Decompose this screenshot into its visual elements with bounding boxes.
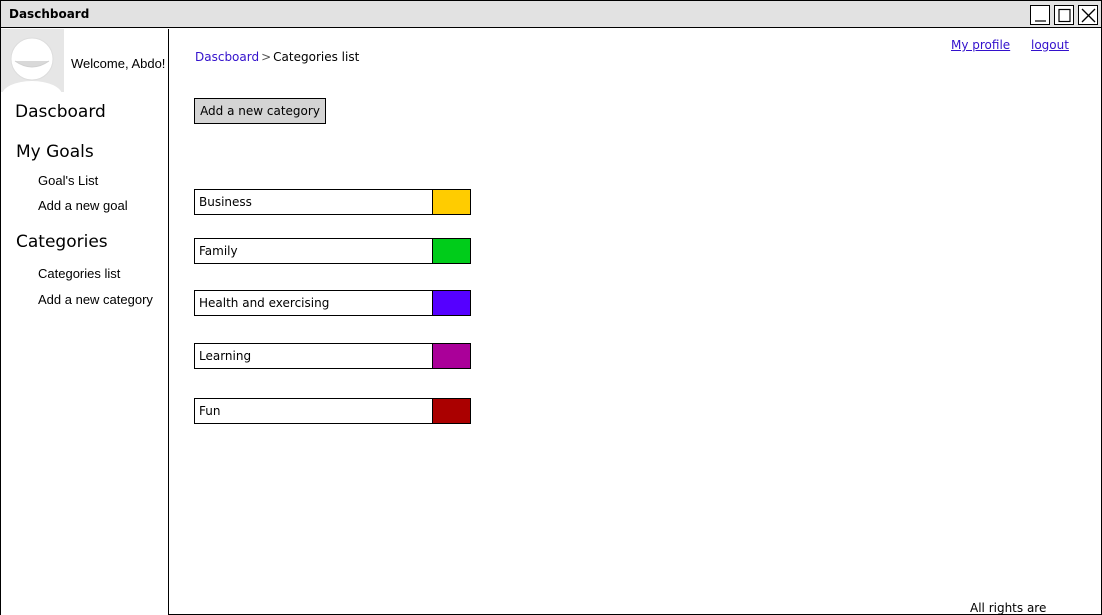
app-window: Daschboard Welcome, Abdo! Dascboard My G… [0,0,1102,615]
breadcrumb-current: Categories list [273,50,360,64]
welcome-text: Welcome, Abdo! [71,56,166,71]
category-color-swatch [432,238,471,264]
sidebar-heading-my-goals[interactable]: My Goals [16,142,94,162]
breadcrumb-home-link[interactable]: Dascboard [195,50,259,64]
avatar [1,29,64,92]
sidebar-item-goals-list[interactable]: Goal's List [38,173,98,188]
sidebar-item-add-goal[interactable]: Add a new goal [38,198,128,213]
category-name: Family [199,244,238,258]
category-name: Learning [199,349,252,363]
sidebar-heading-categories[interactable]: Categories [16,232,108,252]
category-color-swatch [432,398,471,424]
breadcrumb-separator: > [261,50,272,64]
minimize-icon [1035,20,1046,22]
category-row[interactable]: Health and exercising [194,290,471,316]
sidebar-item-add-category[interactable]: Add a new category [38,292,153,307]
maximize-icon [1058,8,1071,23]
category-row[interactable]: Fun [194,398,471,424]
title-bar: Daschboard [1,1,1101,28]
logout-link[interactable]: logout [1031,38,1069,52]
sidebar-item-dashboard[interactable]: Dascboard [15,102,106,122]
category-row[interactable]: Business [194,189,471,215]
user-icon [2,37,62,92]
window-title: Daschboard [9,7,90,21]
category-row[interactable]: Learning [194,343,471,369]
category-color-swatch [432,290,471,316]
category-row[interactable]: Family [194,238,471,264]
category-name: Health and exercising [199,296,330,310]
my-profile-link[interactable]: My profile [951,38,1010,52]
maximize-button[interactable] [1054,5,1074,25]
sidebar-item-categories-list[interactable]: Categories list [38,266,120,281]
category-name: Business [199,195,252,209]
footer-text: All rights are reserved [970,601,1047,615]
close-icon [1081,8,1096,23]
category-color-swatch [432,343,471,369]
close-button[interactable] [1078,5,1098,25]
breadcrumb: Dascboard > Categories list [195,50,359,64]
category-name: Fun [199,404,221,418]
sidebar: Welcome, Abdo! Dascboard My Goals Goal's… [1,29,169,615]
minimize-button[interactable] [1030,5,1050,25]
category-color-swatch [432,189,471,215]
add-category-button[interactable]: Add a new category [194,98,326,124]
